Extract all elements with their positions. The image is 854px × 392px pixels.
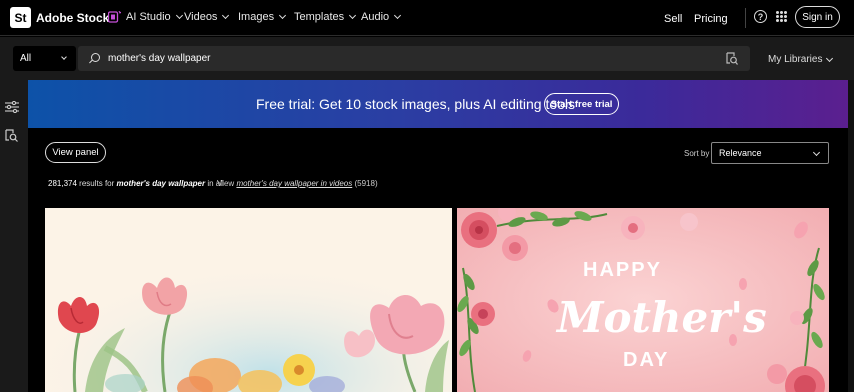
- side-rail: [0, 80, 28, 392]
- search-input[interactable]: [108, 51, 708, 66]
- ai-studio-icon: [108, 11, 121, 23]
- top-nav: St Adobe Stock AI Studio Videos Images T…: [0, 0, 854, 36]
- search-scope-value: All: [20, 53, 32, 64]
- nav-audio[interactable]: Audio: [361, 11, 402, 23]
- sort-by-label: Sort by: [684, 149, 710, 158]
- chevron-down-icon: [349, 11, 357, 20]
- card-lettering-day: DAY: [623, 349, 669, 371]
- nav-images-label: Images: [238, 11, 275, 23]
- chevron-down-icon: [279, 11, 287, 20]
- chevron-down-icon: [812, 148, 821, 157]
- banner-text: Free trial: Get 10 stock images, plus AI…: [256, 96, 576, 112]
- free-trial-banner: Free trial: Get 10 stock images, plus AI…: [28, 80, 848, 128]
- watercolor-tulips-image: [45, 208, 452, 392]
- search-box[interactable]: [78, 46, 750, 71]
- sort-select-value: Relevance: [719, 148, 762, 158]
- nav-templates[interactable]: Templates: [294, 11, 357, 23]
- nav-ai-studio-label: AI Studio: [126, 11, 171, 23]
- results-for-text: results for: [79, 179, 115, 188]
- nav-sell[interactable]: Sell: [664, 13, 682, 25]
- filters-icon[interactable]: [5, 101, 19, 113]
- nav-templates-label: Templates: [294, 11, 345, 23]
- chevron-down-icon: [61, 54, 67, 60]
- chevron-down-icon: [394, 11, 402, 20]
- sign-in-button[interactable]: Sign in: [795, 6, 840, 28]
- view-panel-button[interactable]: View panel: [45, 142, 106, 163]
- result-card-1[interactable]: [45, 208, 452, 392]
- nav-ai-studio[interactable]: AI Studio: [108, 11, 183, 23]
- videos-suggestion: View mother's day wallpaper in videos (5…: [217, 179, 378, 188]
- results-query: mother's day wallpaper: [116, 179, 206, 188]
- chevron-down-icon: [222, 11, 230, 20]
- nav-divider: [745, 8, 746, 28]
- visual-search-icon[interactable]: [726, 52, 738, 65]
- videos-link[interactable]: mother's day wallpaper in videos: [236, 179, 352, 188]
- nav-videos[interactable]: Videos: [184, 11, 230, 23]
- result-card-2[interactable]: HAPPY Mother's DAY: [457, 208, 829, 392]
- card-lettering-happy: HAPPY: [583, 259, 662, 281]
- nav-pricing[interactable]: Pricing: [694, 13, 728, 25]
- start-free-trial-button[interactable]: Start free trial: [544, 93, 619, 115]
- page-scrollbar[interactable]: [848, 80, 854, 392]
- nav-audio-label: Audio: [361, 11, 390, 23]
- help-icon[interactable]: ?: [754, 10, 767, 23]
- card-lettering-mothers: Mother's: [555, 293, 767, 342]
- brand-name[interactable]: Adobe Stock: [36, 11, 109, 25]
- app-switcher-icon[interactable]: [776, 11, 787, 22]
- search-scope-select[interactable]: All: [13, 46, 76, 71]
- my-libraries-label: My Libraries: [768, 54, 823, 65]
- results-count: 281,374 results for mother's day wallpap…: [48, 179, 224, 188]
- happy-mothers-day-roses-image: HAPPY Mother's DAY: [457, 208, 829, 392]
- search-icon: [91, 53, 100, 62]
- search-row: All My Libraries: [0, 37, 854, 80]
- visual-search-icon[interactable]: [5, 129, 18, 142]
- results-count-number: 281,374: [48, 179, 77, 188]
- videos-count: (5918): [354, 179, 378, 188]
- sort-select[interactable]: Relevance: [711, 142, 829, 164]
- nav-videos-label: Videos: [184, 11, 218, 23]
- adobe-stock-logo[interactable]: St: [10, 7, 31, 28]
- nav-images[interactable]: Images: [238, 11, 287, 23]
- chevron-down-icon: [175, 11, 183, 20]
- videos-view-prefix: View: [217, 179, 235, 188]
- my-libraries-button[interactable]: My Libraries: [768, 54, 834, 65]
- chevron-down-icon: [826, 54, 834, 62]
